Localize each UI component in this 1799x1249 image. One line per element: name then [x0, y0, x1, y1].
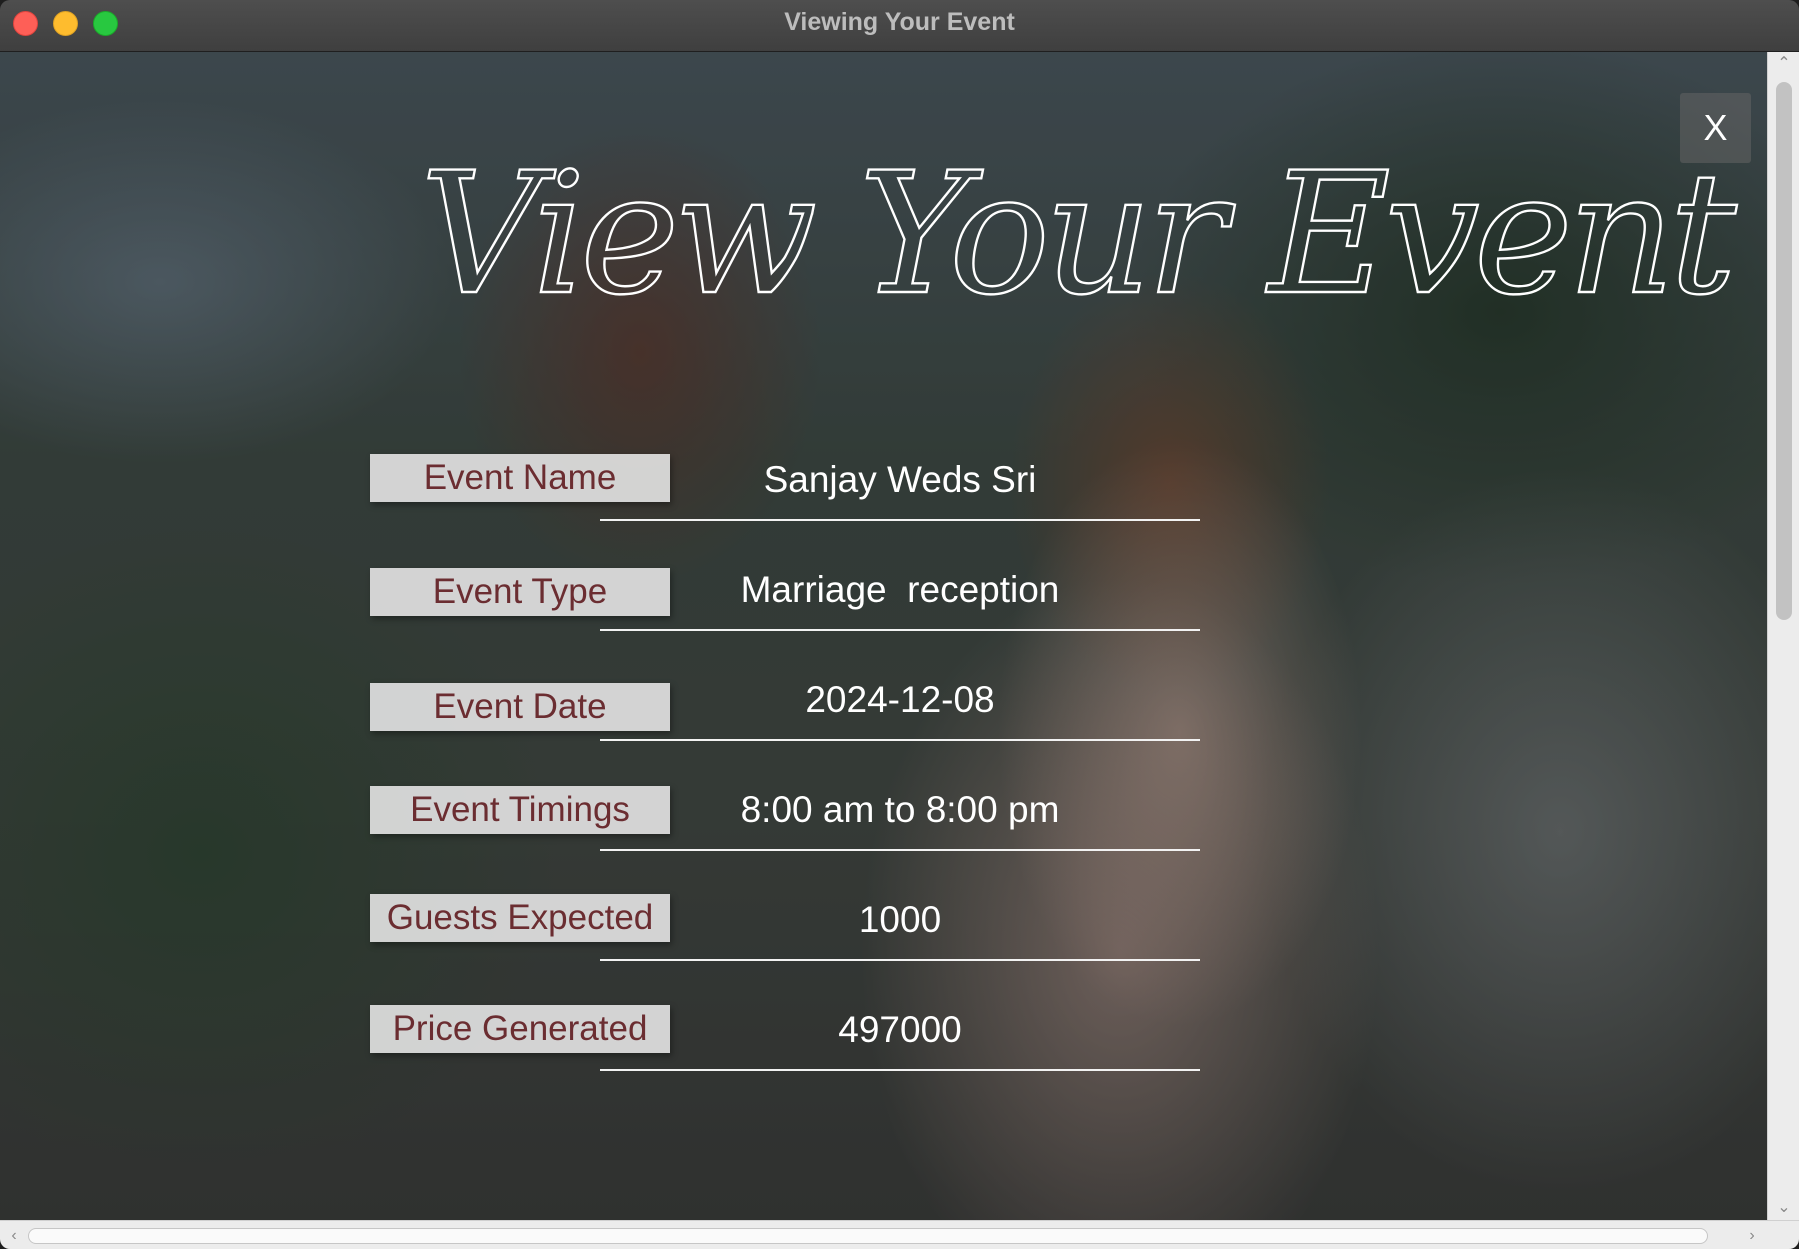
- event-timings-value: 8:00 am to 8:00 pm: [740, 789, 1060, 830]
- horizontal-scroll-thumb[interactable]: [28, 1228, 1708, 1244]
- script-title-art: View Your Event: [419, 135, 1745, 333]
- chevron-down-icon[interactable]: ⌄: [1768, 1196, 1799, 1220]
- price-generated-value: 497000: [838, 1009, 962, 1050]
- event-type-value: Marriage reception: [740, 569, 1060, 610]
- event-name-value: Sanjay Weds Sri: [763, 459, 1037, 500]
- close-button[interactable]: X: [1680, 93, 1751, 163]
- event-date-underline: [600, 739, 1200, 741]
- price-generated-underline: [600, 1069, 1200, 1071]
- vertical-scroll-thumb[interactable]: [1776, 82, 1792, 620]
- page-title: View Your Event: [419, 102, 1745, 362]
- event-timings-underline: [600, 849, 1200, 851]
- guests-expected-underline: [600, 959, 1200, 961]
- event-view-panel: View Your Event X Event Name Sanjay Weds…: [0, 52, 1767, 1220]
- chevron-right-icon[interactable]: ›: [1740, 1221, 1764, 1249]
- window-title: Viewing Your Event: [784, 8, 1015, 36]
- chevron-left-icon[interactable]: ‹: [2, 1221, 26, 1249]
- event-name-underline: [600, 519, 1200, 521]
- title-bar: Viewing Your Event: [0, 0, 1799, 52]
- event-date-value: 2024-12-08: [805, 679, 995, 720]
- event-type-underline: [600, 629, 1200, 631]
- horizontal-scrollbar[interactable]: ‹ ›: [0, 1220, 1799, 1249]
- guests-expected-value: 1000: [858, 899, 942, 940]
- event-window: Viewing Your Event View Your Event X Eve…: [0, 0, 1799, 1249]
- script-title-text: View Your Event: [420, 136, 1737, 332]
- chevron-up-icon[interactable]: ⌃: [1768, 52, 1799, 76]
- vertical-scrollbar[interactable]: ⌃ ⌄: [1767, 52, 1799, 1220]
